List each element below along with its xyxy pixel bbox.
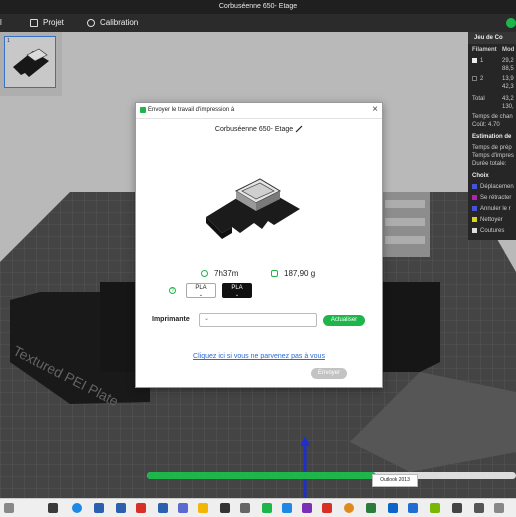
app-icon[interactable] — [48, 503, 58, 513]
menu-main-label: l — [0, 18, 2, 27]
printer-select-row: Imprimante ⌄ Actualiser — [136, 313, 382, 327]
taskbar-tooltip: Outlook 2013 — [372, 474, 418, 487]
edit-icon[interactable] — [295, 125, 303, 133]
send-button[interactable]: Envoyer — [311, 368, 347, 379]
help-link[interactable]: Cliquez ici si vous ne parvenez pas à vo… — [136, 353, 382, 360]
progress-fill — [147, 472, 376, 479]
send-print-job-dialog: Envoyer le travail d'impression à × Corb… — [135, 102, 383, 388]
print-stats: 7h37m 187,90 g — [136, 269, 382, 281]
filament-mapping-2[interactable]: PLA ⌄ — [222, 283, 252, 298]
filament-mapping-1[interactable]: PLA ⌄ — [186, 283, 216, 298]
clock-icon — [201, 270, 208, 277]
menu-projet-label: Projet — [43, 18, 64, 27]
add-button[interactable] — [506, 18, 516, 28]
window-titlebar: Corbuséenne 650- Etage — [0, 0, 516, 14]
printer-label: Imprimante — [152, 316, 190, 323]
refresh-button[interactable]: Actualiser — [323, 315, 365, 326]
app-icon[interactable] — [262, 503, 272, 513]
app-icon[interactable] — [240, 503, 250, 513]
app-icon[interactable] — [408, 503, 418, 513]
print-weight-value: 187,90 g — [284, 269, 316, 278]
printer-name: Corbuséenne 650- Etage — [214, 125, 294, 133]
menu-calibration-label: Calibration — [100, 18, 139, 27]
progress-bar — [147, 472, 516, 479]
app-icon[interactable] — [322, 503, 332, 513]
chevron-down-icon: ⌄ — [198, 292, 204, 298]
menu-item-projet[interactable]: Projet — [30, 14, 64, 32]
filament-mapping-label: PLA — [195, 285, 207, 291]
search-icon[interactable] — [4, 503, 14, 513]
help-icon[interactable]: ? — [169, 287, 176, 294]
nvidia-icon[interactable] — [430, 503, 440, 513]
blender-icon[interactable] — [344, 503, 354, 513]
app-icon[interactable] — [136, 503, 146, 513]
app-icon[interactable] — [158, 503, 168, 513]
app-icon[interactable] — [494, 503, 504, 513]
taskbar — [0, 498, 516, 517]
app-icon[interactable] — [366, 503, 376, 513]
app-icon[interactable] — [94, 503, 104, 513]
project-icon — [30, 19, 38, 27]
menu-item-calibration[interactable]: Calibration — [87, 14, 138, 32]
word-icon[interactable] — [116, 503, 126, 513]
print-weight-stat: 187,90 g — [271, 269, 315, 278]
folder-icon[interactable] — [198, 503, 208, 513]
weight-icon — [271, 270, 278, 277]
app-icon — [140, 107, 146, 113]
app-icon[interactable] — [452, 503, 462, 513]
app-icon[interactable] — [302, 503, 312, 513]
app-icon[interactable] — [282, 503, 292, 513]
browser-icon[interactable] — [72, 503, 82, 513]
print-time-stat: 7h37m — [201, 269, 238, 278]
menu-item-main[interactable]: l — [0, 14, 2, 32]
app-icon[interactable] — [220, 503, 230, 513]
close-icon[interactable]: × — [372, 104, 378, 115]
dialog-title: Envoyer le travail d'impression à — [148, 107, 235, 113]
outlook-icon[interactable] — [388, 503, 398, 513]
app-icon[interactable] — [178, 503, 188, 513]
menu-bar: l Projet Calibration — [0, 14, 516, 32]
dialog-titlebar: Envoyer le travail d'impression à × — [136, 103, 382, 119]
chevron-down-icon: ⌄ — [204, 316, 210, 322]
filament-mapping-label: PLA — [231, 285, 243, 291]
app-icon[interactable] — [474, 503, 484, 513]
chevron-down-icon: ⌄ — [234, 292, 240, 298]
plate-preview-image — [206, 178, 300, 239]
calibration-icon — [87, 19, 95, 27]
window-title: Corbuséenne 650- Etage — [218, 3, 298, 10]
printer-name-row: Corbuséenne 650- Etage — [136, 125, 382, 133]
print-time-value: 7h37m — [214, 269, 239, 278]
printer-dropdown[interactable]: ⌄ — [199, 313, 317, 327]
